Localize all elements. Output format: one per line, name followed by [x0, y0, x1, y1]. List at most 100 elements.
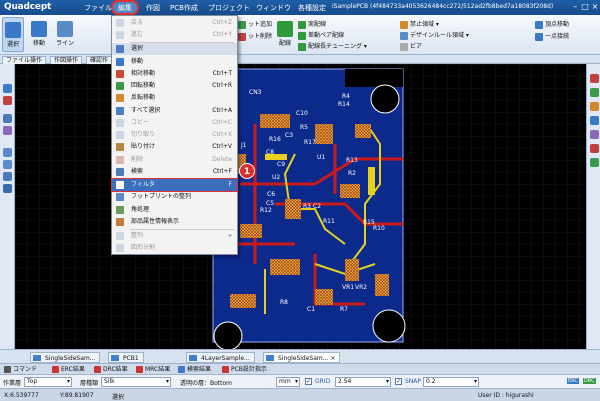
pen-icon[interactable] [3, 96, 12, 105]
doc-tab-1[interactable]: SingleSideSam... [30, 352, 101, 363]
menu-item-undo[interactable]: 戻る Ctrl+Z [112, 17, 237, 29]
layer-top-icon[interactable] [590, 74, 599, 83]
snap-select[interactable]: 0.2 [423, 377, 479, 387]
line-tool-button[interactable]: ライン [53, 17, 77, 52]
menu-project[interactable]: プロジェクト [208, 3, 250, 13]
menu-item-corner[interactable]: 角処理 [112, 204, 237, 216]
relative-move-icon [116, 70, 124, 78]
one-point-button[interactable]: 一点接続 [535, 31, 569, 41]
panel-erc[interactable]: ERC結果 [52, 365, 85, 374]
pcb-canvas[interactable]: CN3 R14 R4 C10 R5 C3 U1 R17 R16 C8 C9 R1… [15, 64, 586, 349]
menu-item-filter[interactable]: フィルタ F [111, 178, 238, 192]
select-tool-button[interactable]: 選択 [2, 17, 24, 52]
minimize-icon[interactable]: – [570, 2, 580, 12]
layer-icon[interactable] [3, 126, 12, 135]
menu-item-split-shape[interactable]: 図形分割 [112, 242, 237, 254]
page-icon[interactable] [3, 114, 12, 123]
menu-item-arrange[interactable]: 整列 ▸ [112, 230, 237, 242]
svg-text:C9: C9 [277, 161, 285, 168]
layer-check-icon[interactable] [590, 158, 599, 167]
svg-text:U2: U2 [272, 174, 280, 181]
layer-kind-select[interactable]: Silk [101, 377, 171, 387]
menu-item-search[interactable]: 検索 Ctrl+F [112, 166, 237, 178]
menu-item-cut[interactable]: 切り取り Ctrl+X [112, 129, 237, 141]
panel-pcb-instructions[interactable]: PCB設計指示 [222, 365, 267, 374]
design-rule-button[interactable]: デザインルール領域 ▾ [400, 30, 469, 40]
cursor-x-readout: X:6.539777 [4, 392, 39, 399]
panel-mrc[interactable]: MRC結果 [136, 365, 170, 374]
select-all-icon [116, 107, 124, 115]
net-delete-icon [238, 32, 246, 41]
real-wiring-button[interactable]: 実配線 [298, 19, 326, 29]
menu-file[interactable]: ファイル [84, 3, 112, 13]
net-delete-button[interactable]: ット削除 [238, 31, 272, 41]
panel-label: PCB設計指示 [231, 366, 267, 373]
tab-draw-ops[interactable]: 作図操作 [50, 56, 83, 64]
menu-pcb[interactable]: PCB作成 [170, 3, 198, 13]
menu-item-flip-move[interactable]: 反転移動 [112, 92, 237, 104]
layer-red-icon[interactable] [590, 144, 599, 153]
menu-item-move[interactable]: 移動 [112, 56, 237, 68]
point-move-label: 頂点移動 [545, 21, 570, 28]
tab-file-ops[interactable]: ファイル操作 [2, 56, 47, 64]
menu-edit[interactable]: 編集 [118, 3, 132, 13]
menu-item-redo[interactable]: 進む Ctrl+Y [112, 29, 237, 41]
doc-tab-2[interactable]: PCB1 [108, 352, 144, 363]
menu-item-select-all[interactable]: すべて選択 Ctrl+A [112, 105, 237, 117]
maximize-icon[interactable]: □ [580, 2, 590, 12]
work-layer-select[interactable]: Top [24, 377, 72, 387]
menu-draw[interactable]: 作図 [146, 3, 160, 13]
search-icon [178, 366, 185, 373]
erc-indicator[interactable]: ERC [567, 378, 579, 384]
panel-drc[interactable]: DRC結果 [94, 365, 128, 374]
diff-pair-button[interactable]: 差動ペア配線 [298, 30, 344, 40]
panel-command[interactable]: コマンド [4, 365, 37, 374]
point-move-button[interactable]: 頂点移動 [535, 19, 569, 29]
left-toolbar [0, 64, 15, 349]
layer-green-icon[interactable] [590, 88, 599, 97]
drc-indicator[interactable]: DRC [583, 378, 596, 384]
menu-item-select[interactable]: 選択 [112, 43, 237, 55]
design-rule-icon [400, 31, 408, 40]
pcb-drawing: CN3 R14 R4 C10 R5 C3 U1 R17 R16 C8 C9 R1… [15, 64, 586, 349]
menu-settings[interactable]: 各種設定 [298, 3, 326, 13]
svg-text:C3: C3 [285, 132, 293, 139]
move-tool-button[interactable]: 移動 [27, 17, 51, 52]
wiring-label: 配線 [278, 40, 291, 47]
panel-search[interactable]: 検索結果 [178, 365, 211, 374]
menu-item-label: フットプリントの整列 [131, 193, 192, 200]
grid-checkbox[interactable]: ✓ [305, 378, 312, 385]
doc-tab-4-active[interactable]: SingleSideSam... × [263, 352, 341, 363]
tab-check-ops[interactable]: 確認作 [86, 56, 113, 64]
menu-window[interactable]: ウィンドウ [256, 3, 291, 13]
snap-checkbox[interactable]: ✓ [395, 378, 402, 385]
zoom-out-icon[interactable] [3, 160, 12, 169]
layer-orange-icon[interactable] [590, 102, 599, 111]
menu-item-delete[interactable]: 削除 Delete [112, 154, 237, 166]
menu-item-paste[interactable]: 貼り付け Ctrl+V [112, 141, 237, 153]
gear-icon[interactable] [3, 184, 12, 193]
wiring-button[interactable]: 配線 [274, 17, 296, 52]
menu-item-relative-move[interactable]: 相対移動 Ctrl+T [112, 68, 237, 80]
zoom-fit-icon[interactable] [3, 172, 12, 181]
svg-text:C1: C1 [307, 306, 315, 313]
zoom-in-icon[interactable] [3, 148, 12, 157]
close-icon[interactable]: × [590, 2, 600, 12]
keepout-button[interactable]: 禁止領域 ▾ [400, 19, 439, 29]
via-button[interactable]: ビア [400, 41, 422, 51]
menu-item-copy[interactable]: コピー Ctrl+C [112, 117, 237, 129]
menu-item-attr-display[interactable]: 部品属性情報表示 [112, 216, 237, 228]
close-icon[interactable]: × [328, 355, 335, 362]
doc-tab-3[interactable]: 4LayerSample... [186, 352, 255, 363]
layer-purple-icon[interactable] [590, 130, 599, 139]
panel-tabs-row: ファイル操作 作図操作 確認作 [0, 55, 600, 64]
unit-select[interactable]: mm [276, 377, 300, 387]
tuning-button[interactable]: 配線長チューニング ▾ [298, 41, 367, 51]
menu-item-rotate-move[interactable]: 回転移動 Ctrl+R [112, 80, 237, 92]
menu-item-align-footprint[interactable]: フットプリントの整列 [112, 191, 237, 203]
grid-select[interactable]: 2.54 [335, 377, 391, 387]
layer-blue-icon[interactable] [590, 116, 599, 125]
svg-text:R16: R16 [269, 136, 281, 143]
cursor-icon[interactable] [3, 84, 12, 93]
net-add-button[interactable]: ット追加 [238, 19, 272, 29]
